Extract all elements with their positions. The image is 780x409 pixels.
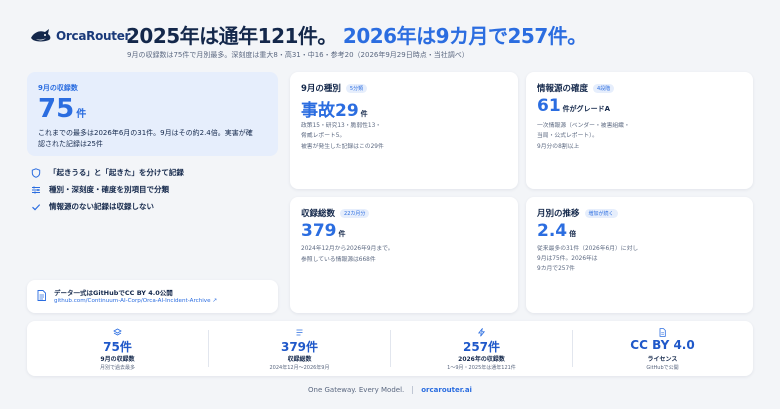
card-source-confidence: 情報源の確度 4段階 61 件がグレードA 一次情報源（ベンダー・被害組織・ 当局・… [526, 72, 753, 189]
footer: One Gateway. Every Model. orcarouter.ai [0, 386, 780, 394]
stat-value: 257件 [462, 340, 501, 354]
github-link[interactable]: github.com/Continuum-AI-Corp/Orca-AI-Inc… [54, 298, 217, 304]
brand-name: OrcaRouter [56, 29, 131, 43]
stat-note: 2024年12月〜2026年9月 [269, 365, 330, 371]
card-monthly-types: 9月の種別 5分類 事故29 件 政策15・研究13・脆弱性13・ 脅威レポート5。… [290, 72, 518, 189]
footer-tagline: One Gateway. Every Model. [308, 386, 405, 394]
feature-item: 種別・深刻度・確度を別項目で分類 [31, 184, 169, 195]
stat-note: GitHubで公開 [646, 365, 679, 371]
document-icon [37, 290, 46, 301]
stat-value: CC BY 4.0 [630, 338, 695, 352]
page-title: 2025年は通年121件。 2026年は9カ月で257件。 [126, 20, 587, 49]
check-icon [32, 203, 41, 210]
feature-item: 「起きうる」と「起きた」を分けて記録 [31, 167, 184, 178]
footer-divider [412, 386, 414, 394]
card-line: 9月は75件。2026年は [537, 256, 598, 262]
card-line: 当局・公式レポート）。 [537, 133, 598, 139]
card-value: 379 件 [301, 221, 346, 241]
hero-value: 75 件 [38, 94, 87, 124]
card-line: 9カ月で257件 [537, 266, 575, 272]
stat-note: 月別で過去最多 [99, 365, 135, 371]
card-line: 従来最多の31件（2026年6月）に対し [537, 246, 639, 252]
card-title: 9月の種別 [301, 84, 341, 94]
card-line: 2024年12月から2026年9月まで。 [301, 246, 394, 252]
sliders-icon [32, 186, 40, 193]
headline-2026: 2026年は9カ月で257件。 [342, 24, 587, 48]
hero-monthly-count: 9月の収録数 75 件 これまでの最多は2026年6月の31件。9月はその約2.4… [27, 72, 278, 156]
card-line: 被害が発生した記録はこの29件 [301, 144, 384, 150]
hero-desc-1: これまでの最多は2026年6月の31件。9月はその約2.4倍。実害が確 [38, 129, 253, 137]
card-badge: 増加が続く [584, 209, 618, 218]
brand-logo[interactable]: OrcaRouter [30, 28, 130, 44]
stat-note: 1〜9月・2025年は通年121件 [447, 365, 516, 371]
card-line: 9月分の8割以上 [537, 144, 580, 150]
card-value: 事故29 件 [301, 101, 368, 121]
hero-label: 9月の収録数 [38, 84, 78, 92]
stat-label: 収録総数 [287, 356, 312, 363]
orca-logo-icon [31, 29, 51, 42]
card-badge: 5分類 [345, 84, 368, 93]
card-line: 脅威レポート5。 [301, 133, 346, 139]
card-title: 月別の推移 [537, 209, 580, 219]
github-title: データ一式はGitHubでCC BY 4.0公開 [54, 289, 173, 297]
stat-item: 75件 9月の収録数 月別で過去最多 [27, 321, 208, 376]
stat-item: 257件 2026年の収録数 1〜9月・2025年は通年121件 [391, 321, 572, 376]
card-badge: 22カ月分 [340, 209, 370, 218]
stat-label: ライセンス [647, 356, 678, 363]
stats-bar: 75件 9月の収録数 月別で過去最多 379件 収録総数 2024年12月〜20… [27, 321, 753, 376]
stat-label: 2026年の収録数 [458, 356, 505, 363]
card-value: 2.4 倍 [537, 221, 577, 241]
card-line: 政策15・研究13・脆弱性13・ [301, 123, 382, 129]
card-monthly-trend: 月別の推移 増加が続く 2.4 倍 従来最多の31件（2026年6月）に対し 9月は… [526, 197, 753, 313]
card-title: 情報源の確度 [537, 84, 589, 94]
feature-item: 情報源のない記録は収録しない [31, 201, 154, 212]
stat-item: CC BY 4.0 ライセンス GitHubで公開 [572, 321, 753, 376]
shield-icon [31, 167, 41, 178]
card-title: 収録総数 [301, 209, 336, 219]
card-line: 一次情報源（ベンダー・被害組織・ [537, 123, 630, 129]
headline-2025: 2025年は通年121件。 [126, 24, 337, 48]
card-line: 参照している情報源は668件 [301, 257, 376, 263]
card-badge: 4段階 [593, 84, 615, 93]
footer-site-link[interactable]: orcarouter.ai [421, 386, 472, 394]
github-card[interactable]: データ一式はGitHubでCC BY 4.0公開 github.com/Cont… [27, 280, 278, 313]
card-total-count: 収録総数 22カ月分 379 件 2024年12月から2026年9月まで。 参照して… [290, 197, 518, 313]
card-value: 61 件がグレードA [537, 96, 611, 116]
stat-value: 379件 [280, 340, 319, 354]
page-subtitle: 9月の収録数は75件で月別最多。深刻度は重大8・高31・中16・参考20（202… [127, 51, 469, 59]
stat-value: 75件 [103, 340, 132, 354]
stat-item: 379件 収録総数 2024年12月〜2026年9月 [209, 321, 390, 376]
stat-label: 9月の収録数 [100, 356, 135, 363]
hero-desc-2: 認された記録は25件 [38, 140, 103, 148]
